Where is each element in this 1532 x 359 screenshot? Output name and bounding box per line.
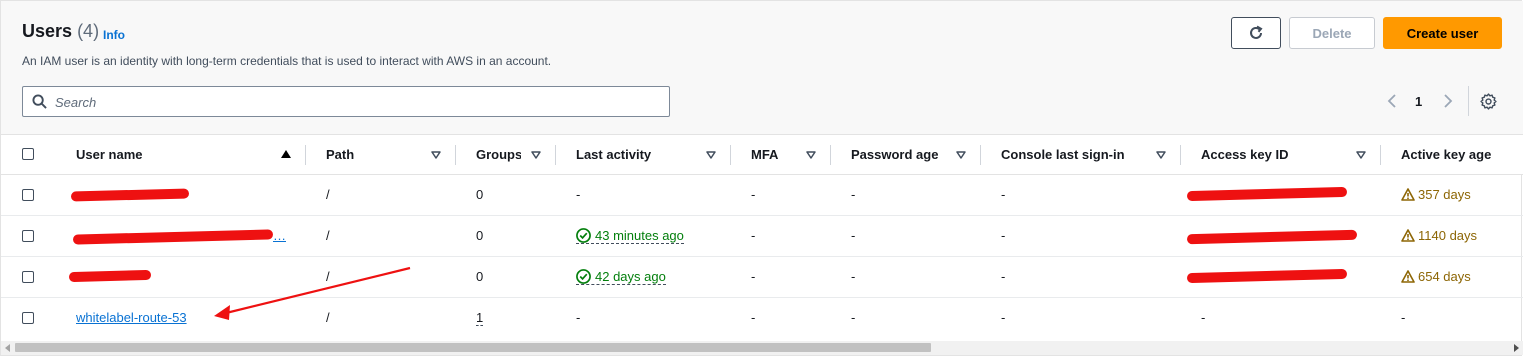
warning-icon [1401,270,1415,283]
check-circle-icon [576,228,591,243]
active-key-age-text: 1140 days [1418,228,1478,243]
info-link[interactable]: Info [103,28,125,42]
title-text: Users [22,21,73,41]
column-header-password-age[interactable]: Password age [851,147,938,162]
console-sign-in-cell: - [1001,228,1006,243]
row-checkbox[interactable] [22,312,34,324]
table-row[interactable]: whitelabel-route-53 / 1 - - - - - - [1,298,1523,339]
column-separator[interactable] [555,145,556,165]
password-age-cell: - [851,269,856,284]
console-sign-in-cell: - [1001,187,1006,202]
redaction-mark [1186,186,1348,202]
password-age-cell: - [851,310,856,325]
path-cell: / [326,310,330,325]
column-header-mfa[interactable]: MFA [751,147,778,162]
column-header-path[interactable]: Path [326,147,354,162]
row-checkbox[interactable] [22,271,34,283]
column-separator[interactable] [730,145,731,165]
mfa-cell: - [751,228,756,243]
sort-icon[interactable] [956,151,966,159]
sort-ascending-icon[interactable] [281,150,291,158]
pagination-divider [1468,86,1469,116]
scrollbar-thumb[interactable] [15,343,931,352]
column-separator[interactable] [830,145,831,165]
search-icon [32,94,47,109]
access-key-id-cell: - [1201,310,1206,325]
row-checkbox[interactable] [22,230,34,242]
column-header-groups[interactable]: Groups [476,147,521,162]
previous-page-icon[interactable] [1386,93,1398,109]
redaction-mark [1186,229,1358,245]
warning-icon [1401,188,1415,201]
column-separator[interactable] [1180,145,1181,165]
password-age-cell: - [851,187,856,202]
column-separator[interactable] [980,145,981,165]
column-header-last-activity[interactable]: Last activity [576,147,651,162]
gear-icon[interactable] [1480,93,1497,110]
console-sign-in-cell: - [1001,269,1006,284]
warning-icon [1401,229,1415,242]
path-cell: / [326,228,330,243]
table-row[interactable]: … / 0 43 minutes ago - - - 1140 days [1,216,1523,257]
mfa-cell: - [751,187,756,202]
search-input[interactable] [53,87,657,118]
password-age-cell: - [851,228,856,243]
user-count: (4) [77,21,100,41]
active-key-age-text: 357 days [1418,187,1471,202]
sort-icon[interactable] [706,151,716,159]
column-header-user-name[interactable]: User name [76,147,142,162]
page-description: An IAM user is an identity with long-ter… [22,54,552,68]
groups-cell: 0 [476,269,484,284]
search-field[interactable] [22,86,670,118]
redaction-mark [1186,268,1348,284]
column-separator[interactable] [1380,145,1381,165]
groups-cell: 0 [476,187,484,202]
last-activity-cell: - [576,310,581,325]
column-separator[interactable] [455,145,456,165]
column-separator[interactable] [305,145,306,165]
column-header-active-key-age[interactable]: Active key age [1401,147,1491,162]
users-panel: Users (4) Info An IAM user is an identit… [0,0,1523,356]
path-cell: / [326,269,330,284]
groups-cell[interactable]: 1 [476,310,484,326]
path-cell: / [326,187,330,202]
active-key-age-cell: 357 days [1401,187,1471,202]
refresh-icon [1250,25,1263,39]
page-title: Users (4) [22,21,99,42]
last-activity-cell: 42 days ago [576,269,666,285]
last-activity-text: 43 minutes ago [595,228,684,243]
console-sign-in-cell: - [1001,310,1006,325]
column-header-console-last-sign-in[interactable]: Console last sign-in [1001,147,1125,162]
active-key-age-cell: - [1401,310,1406,325]
column-header-access-key-id[interactable]: Access key ID [1201,147,1288,162]
active-key-age-cell: 1140 days [1401,228,1477,243]
last-activity-cell: - [576,187,581,202]
table-row[interactable]: / 0 42 days ago - - - 654 days [1,257,1523,298]
sort-icon[interactable] [531,151,541,159]
select-all-checkbox[interactable] [22,148,34,160]
user-name-link[interactable]: whitelabel-route-53 [76,310,187,325]
groups-cell: 0 [476,228,484,243]
mfa-cell: - [751,310,756,325]
sort-icon[interactable] [1356,151,1366,159]
active-key-age-text: 654 days [1418,269,1471,284]
create-user-button[interactable]: Create user [1383,17,1502,49]
mfa-cell: - [751,269,756,284]
delete-button[interactable]: Delete [1289,17,1375,49]
active-key-age-cell: 654 days [1401,269,1471,284]
table-row[interactable]: / 0 - - - - 357 days [1,175,1523,216]
current-page-number[interactable]: 1 [1415,94,1422,109]
row-checkbox[interactable] [22,189,34,201]
sort-icon[interactable] [1156,151,1166,159]
table-header: User name Path Groups Last activity MFA … [1,134,1523,175]
scroll-right-icon[interactable] [1512,344,1520,352]
check-circle-icon [576,269,591,284]
refresh-button[interactable] [1231,17,1281,49]
last-activity-text: 42 days ago [595,269,666,284]
scroll-left-icon[interactable] [4,344,12,352]
next-page-icon[interactable] [1442,93,1454,109]
sort-icon[interactable] [806,151,816,159]
sort-icon[interactable] [431,151,441,159]
last-activity-cell: 43 minutes ago [576,228,684,244]
